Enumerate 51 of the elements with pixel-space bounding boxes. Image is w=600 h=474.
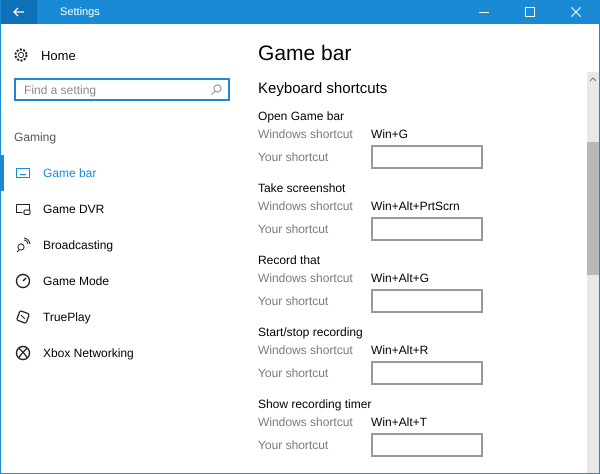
field-label: Your shortcut [258,294,330,308]
shortcut-name: Open Game bar [258,108,346,125]
field-label: Your shortcut [258,438,330,452]
shortcut-input[interactable] [371,361,483,385]
page-title: Game bar [258,42,352,66]
shortcut-name: Show recording timer [258,396,372,413]
gear-icon [13,47,29,63]
shortcut-input[interactable] [371,433,483,457]
field-label: Windows shortcut [258,199,354,213]
back-arrow-icon [13,7,25,17]
close-icon [571,7,581,17]
scroll-up-icon[interactable] [589,76,597,82]
screen-icon [15,165,31,181]
shortcut-input[interactable] [371,217,483,241]
field-label: Your shortcut [258,222,330,236]
field-label: Windows shortcut [258,127,354,141]
nav-item[interactable]: Game DVR [1,191,241,227]
nav-item[interactable]: Game Mode [1,263,241,299]
shortcut-input[interactable] [371,289,483,313]
nav-item[interactable]: Xbox Networking [1,335,241,371]
home-link[interactable]: Home [41,48,76,62]
shortcut-value: Win+Alt+R [371,343,430,357]
scrollbar-thumb[interactable] [587,142,599,275]
field-label: Windows shortcut [258,271,354,285]
section-title: Keyboard shortcuts [258,80,388,97]
shortcut-value: Win+Alt+G [371,271,430,285]
shortcut-input[interactable] [371,145,483,169]
gauge-icon [15,273,31,289]
shortcut-value: Win+G [371,127,410,141]
section-heading: Gaming [14,130,58,144]
nav-item[interactable]: Broadcasting [1,227,241,263]
shortcut-name: Record that [258,252,322,269]
shortcut-name: Start/stop recording [258,324,364,341]
search-field[interactable]: Find a setting [14,78,230,101]
nav-item[interactable]: Game bar [1,155,241,191]
field-label: Windows shortcut [258,415,354,429]
monitor-icon [15,201,31,217]
maximize-icon [525,7,535,17]
field-label: Your shortcut [258,150,330,164]
window-title: Settings [60,6,101,18]
search-icon [211,84,222,95]
crossed-circle-icon [15,345,31,361]
back-button[interactable] [1,0,37,24]
nav-item[interactable]: TruePlay [1,299,241,335]
field-label: Your shortcut [258,366,330,380]
shortcut-name: Take screenshot [258,180,346,197]
scrollbar[interactable] [587,72,599,473]
shortcut-value: Win+Alt+PrtScrn [371,199,461,213]
field-label: Windows shortcut [258,343,354,357]
signal-icon [15,237,31,253]
shortcut-value: Win+Alt+T [371,415,428,429]
